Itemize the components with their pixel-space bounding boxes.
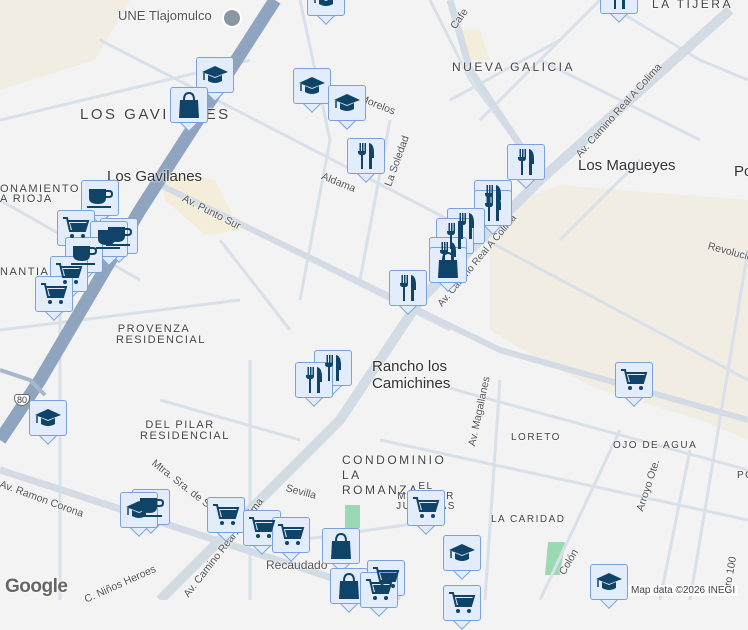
school-icon[interactable] (222, 8, 242, 28)
fork-knife-icon (600, 0, 638, 14)
shopping-cart-icon (207, 497, 245, 533)
grocery-marker[interactable] (35, 276, 73, 321)
place-provenza: PROVENZA RESIDENCIAL (116, 323, 206, 346)
education-marker[interactable] (29, 400, 67, 445)
education-marker[interactable] (443, 535, 481, 580)
graduation-cap-icon (307, 0, 345, 16)
place-nueva-galicia: NUEVA GALICIA (452, 60, 575, 74)
graduation-cap-icon (328, 85, 366, 121)
education-marker[interactable] (293, 68, 331, 113)
graduation-cap-icon (443, 535, 481, 571)
graduation-cap-icon (29, 400, 67, 436)
shopping-cart-icon (35, 276, 73, 312)
place-rancho-los-camichines: Rancho los Camichines (372, 358, 451, 392)
place-los-magueyes: Los Magueyes (578, 157, 676, 174)
shopping-bag-icon (170, 87, 208, 123)
graduation-cap-icon (293, 68, 331, 104)
shopping-marker[interactable] (322, 528, 360, 573)
place-la-caridad: LA CARIDAD (491, 514, 566, 525)
grocery-marker[interactable] (360, 572, 398, 617)
education-marker[interactable] (120, 492, 158, 537)
education-marker[interactable] (590, 564, 628, 609)
place-ojo-de-agua: OJO DE AGUA (613, 440, 698, 451)
shopping-cart-icon (360, 572, 398, 608)
place-la-tijera: LA TIJERA (652, 0, 733, 11)
graduation-cap-icon (590, 564, 628, 600)
restaurant-marker[interactable] (389, 270, 427, 315)
shopping-cart-icon (407, 490, 445, 526)
fork-knife-icon (389, 270, 427, 306)
grocery-marker[interactable] (443, 585, 481, 630)
shopping-marker[interactable] (429, 247, 467, 292)
shopping-bag-icon (429, 247, 467, 283)
restaurant-marker[interactable] (600, 0, 638, 23)
place-loreto: LORETO (511, 432, 561, 443)
grocery-marker[interactable] (207, 497, 245, 542)
restaurant-marker[interactable] (347, 138, 385, 183)
shopping-marker[interactable] (170, 87, 208, 132)
place-los-gavilanes: LOS GAVILANES (80, 106, 231, 123)
restaurant-marker[interactable] (507, 144, 545, 189)
grocery-marker[interactable] (407, 490, 445, 535)
shopping-cart-icon (272, 517, 310, 553)
education-marker[interactable] (328, 85, 366, 130)
grocery-marker[interactable] (615, 362, 653, 407)
google-logo[interactable]: Google (5, 576, 68, 598)
place-po: Po (734, 163, 748, 180)
place-la-rioja: A RIOJA (0, 193, 53, 205)
shopping-cart-icon (615, 362, 653, 398)
shopping-cart-icon (443, 585, 481, 621)
place-po2: PO (737, 470, 748, 481)
fork-knife-icon (507, 144, 545, 180)
place-une-tlajomulco[interactable]: UNE Tlajomulco (118, 8, 212, 23)
place-los-gavilanes-town: Los Gavilanes (107, 168, 203, 185)
grocery-marker[interactable] (272, 517, 310, 562)
place-del-pilar: DEL PILAR RESIDENCIAL (140, 419, 230, 442)
shopping-bag-icon (322, 528, 360, 564)
fork-knife-icon (347, 138, 385, 174)
education-marker[interactable] (307, 0, 345, 25)
map-attribution[interactable]: Map data ©2026 INEGI (628, 585, 739, 596)
